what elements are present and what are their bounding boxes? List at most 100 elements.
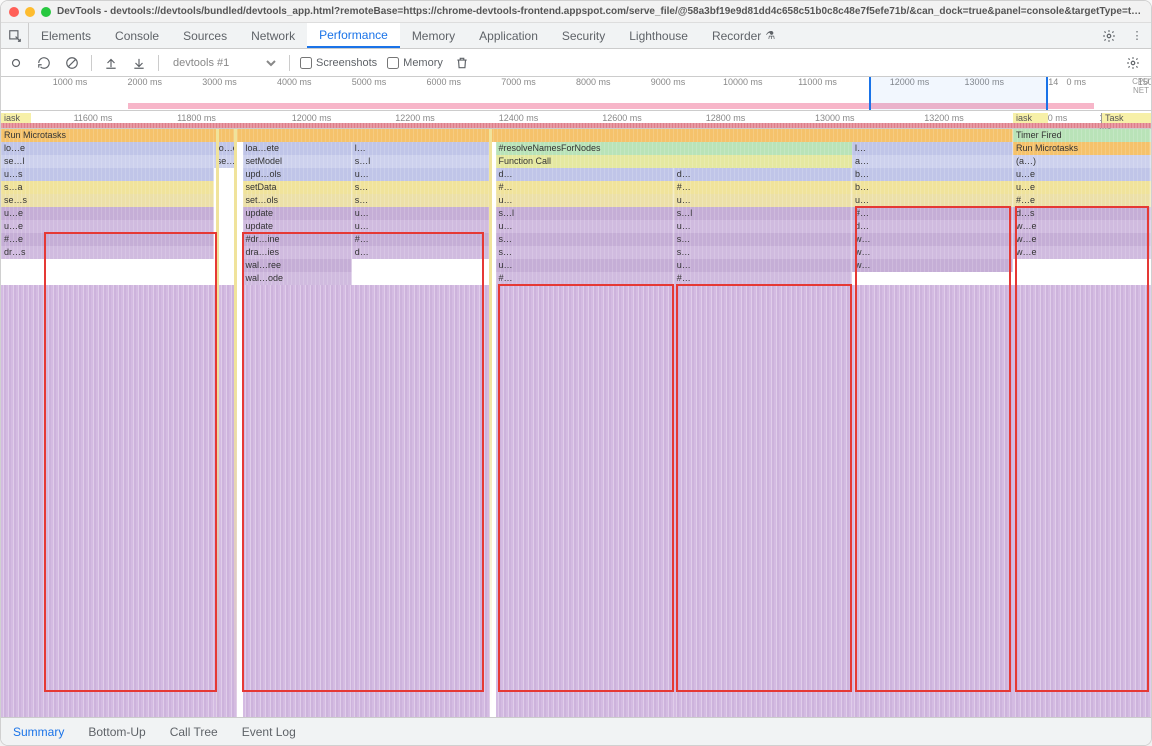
flame-bar[interactable]: wal…ode — [243, 272, 352, 285]
flame-bar[interactable]: u… — [674, 220, 852, 233]
flame-bar[interactable]: u… — [674, 194, 852, 207]
close-window-button[interactable] — [9, 7, 19, 17]
flame-bar[interactable]: setData — [243, 181, 352, 194]
reload-record-button[interactable] — [35, 54, 53, 72]
flame-bar[interactable]: #… — [496, 272, 674, 285]
sessions-select[interactable]: devtools #1 — [169, 56, 279, 70]
flame-bar[interactable]: s…l — [496, 207, 674, 220]
flame-bar[interactable]: d… — [674, 168, 852, 181]
flame-bar[interactable]: w… — [852, 259, 1013, 272]
panel-tab-application[interactable]: Application — [467, 23, 550, 48]
panel-tab-console[interactable]: Console — [103, 23, 171, 48]
flame-bar[interactable]: #dr…ine — [243, 233, 352, 246]
flame-bar[interactable]: upd…ols — [243, 168, 352, 181]
details-tab-call-tree[interactable]: Call Tree — [158, 718, 230, 745]
panel-tab-network[interactable]: Network — [239, 23, 307, 48]
flame-bar[interactable]: s… — [496, 233, 674, 246]
flame-bar[interactable]: u…e — [1013, 181, 1151, 194]
flame-bar[interactable]: s…a — [1, 181, 214, 194]
panel-tab-performance[interactable]: Performance — [307, 23, 400, 48]
screenshots-checkbox[interactable]: Screenshots — [300, 57, 377, 69]
flame-deep-stack[interactable] — [1013, 285, 1151, 717]
maximize-window-button[interactable] — [41, 7, 51, 17]
flame-bar[interactable]: #… — [674, 272, 852, 285]
settings-button[interactable] — [1095, 23, 1123, 48]
flame-deep-stack[interactable] — [674, 285, 852, 717]
flame-bar[interactable]: update — [243, 220, 352, 233]
flame-bar[interactable]: u… — [496, 220, 674, 233]
flame-bar[interactable]: a… — [852, 155, 1013, 168]
capture-settings-button[interactable] — [1121, 56, 1145, 70]
flame-bar[interactable]: d… — [496, 168, 674, 181]
flame-bar[interactable]: dra…ies — [243, 246, 352, 259]
flame-bar[interactable]: w… — [852, 246, 1013, 259]
flame-bar[interactable]: w…e — [1013, 233, 1151, 246]
flame-bar[interactable]: u…s — [1, 168, 214, 181]
flame-bar[interactable]: update — [243, 207, 352, 220]
flame-bar[interactable]: #…e — [1, 233, 214, 246]
flame-bar[interactable]: u… — [674, 259, 852, 272]
record-button[interactable] — [7, 54, 25, 72]
flame-bar[interactable]: u…e — [1, 220, 214, 233]
flame-bar[interactable]: l… — [352, 142, 490, 155]
more-menu-button[interactable]: ⋮ — [1123, 23, 1151, 48]
flame-bar[interactable]: b… — [852, 181, 1013, 194]
flame-bar[interactable]: s…l — [674, 207, 852, 220]
flame-bar[interactable]: u… — [352, 207, 490, 220]
flame-bar[interactable]: se…l — [1, 155, 214, 168]
flame-bar[interactable]: set…ols — [243, 194, 352, 207]
panel-tab-security[interactable]: Security — [550, 23, 617, 48]
flame-bar[interactable]: s… — [674, 246, 852, 259]
details-tab-bottom-up[interactable]: Bottom-Up — [76, 718, 157, 745]
flame-bar[interactable]: Run Microtasks — [1013, 142, 1151, 155]
flame-bar[interactable]: #… — [496, 181, 674, 194]
flame-deep-stack[interactable] — [852, 285, 1013, 717]
flame-bar[interactable]: Run Microtasks — [1, 129, 1013, 142]
flame-bar[interactable]: u… — [352, 220, 490, 233]
flame-deep-stack[interactable] — [243, 285, 352, 717]
flame-deep-stack[interactable] — [352, 285, 490, 717]
overview-selection[interactable] — [869, 77, 1047, 110]
panel-tab-memory[interactable]: Memory — [400, 23, 467, 48]
flame-bar[interactable]: d…s — [1013, 207, 1151, 220]
flame-bar[interactable]: s… — [352, 194, 490, 207]
task-label-right-b[interactable]: Task — [1101, 113, 1151, 123]
panel-tab-sources[interactable]: Sources — [171, 23, 239, 48]
clear-button[interactable] — [63, 54, 81, 72]
flame-bar[interactable]: u… — [496, 259, 674, 272]
flamechart[interactable]: Run MicrotasksTimer Firedlo…elo…eloa…ete… — [1, 129, 1151, 717]
flame-bar[interactable]: loa…ete — [243, 142, 352, 155]
flame-bar[interactable]: se…s — [1, 194, 214, 207]
memory-checkbox[interactable]: Memory — [387, 57, 443, 69]
flame-bar[interactable]: d… — [352, 246, 490, 259]
flame-bar[interactable]: u…e — [1013, 168, 1151, 181]
details-tab-summary[interactable]: Summary — [1, 718, 76, 745]
flame-bar[interactable]: s… — [496, 246, 674, 259]
panel-tab-recorder[interactable]: Recorder⚗ — [700, 23, 787, 48]
delete-profile-button[interactable] — [453, 54, 471, 72]
flame-bar[interactable]: d… — [852, 220, 1013, 233]
flame-bar[interactable]: #… — [352, 233, 490, 246]
flame-bar[interactable]: setModel — [243, 155, 352, 168]
download-profile-button[interactable] — [130, 54, 148, 72]
flame-bar[interactable]: wal…ree — [243, 259, 352, 272]
flame-bar[interactable]: #… — [674, 181, 852, 194]
inspect-element-button[interactable] — [1, 23, 29, 48]
panel-tab-elements[interactable]: Elements — [29, 23, 103, 48]
flame-bar[interactable]: u…e — [1, 207, 214, 220]
flame-bar[interactable]: u… — [496, 194, 674, 207]
timeline-overview[interactable]: 1000 ms2000 ms3000 ms4000 ms5000 ms6000 … — [1, 77, 1151, 111]
flame-bar[interactable]: #… — [852, 207, 1013, 220]
flame-bar[interactable]: s… — [352, 181, 490, 194]
flamechart-ruler[interactable]: 400 ms11600 ms11800 ms12000 ms12200 ms12… — [1, 111, 1151, 129]
flame-bar[interactable]: (a…) — [1013, 155, 1151, 168]
flame-bar[interactable]: l… — [852, 142, 1013, 155]
flame-bar[interactable]: Timer Fired — [1013, 129, 1151, 142]
flame-bar[interactable]: #…e — [1013, 194, 1151, 207]
flame-bar[interactable]: s… — [674, 233, 852, 246]
flame-deep-stack[interactable] — [1, 285, 214, 717]
upload-profile-button[interactable] — [102, 54, 120, 72]
flame-bar[interactable]: w…e — [1013, 220, 1151, 233]
panel-tab-lighthouse[interactable]: Lighthouse — [617, 23, 700, 48]
flame-bar[interactable]: b… — [852, 168, 1013, 181]
